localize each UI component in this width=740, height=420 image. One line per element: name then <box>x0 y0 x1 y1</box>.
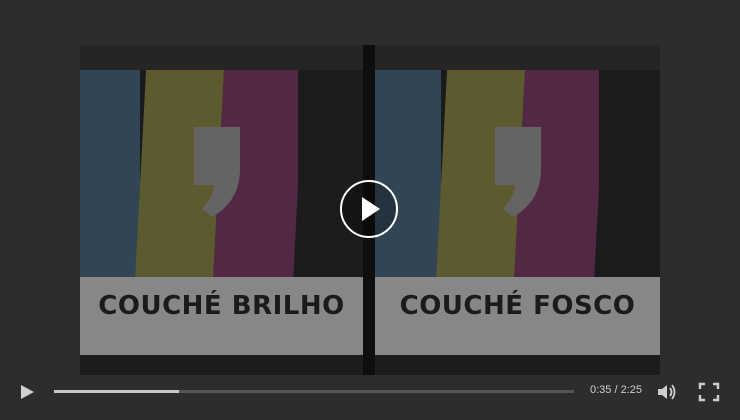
volume-icon <box>658 384 676 400</box>
play-icon <box>362 197 380 221</box>
volume-button[interactable] <box>656 382 678 402</box>
time-display: 0:35 / 2:25 <box>590 384 642 396</box>
progress-bar[interactable] <box>54 390 574 393</box>
fullscreen-button[interactable] <box>698 382 720 402</box>
play-button[interactable] <box>18 383 36 401</box>
progress-fill <box>54 390 180 393</box>
control-bar: 0:35 / 2:25 <box>0 372 740 412</box>
big-play-button[interactable] <box>340 180 398 238</box>
fullscreen-icon <box>698 382 720 402</box>
video-player[interactable]: COUCHÉ BRILHO COUCHÉ FOSCO 0:35 / 2:25 <box>0 0 740 420</box>
play-icon <box>21 385 34 399</box>
